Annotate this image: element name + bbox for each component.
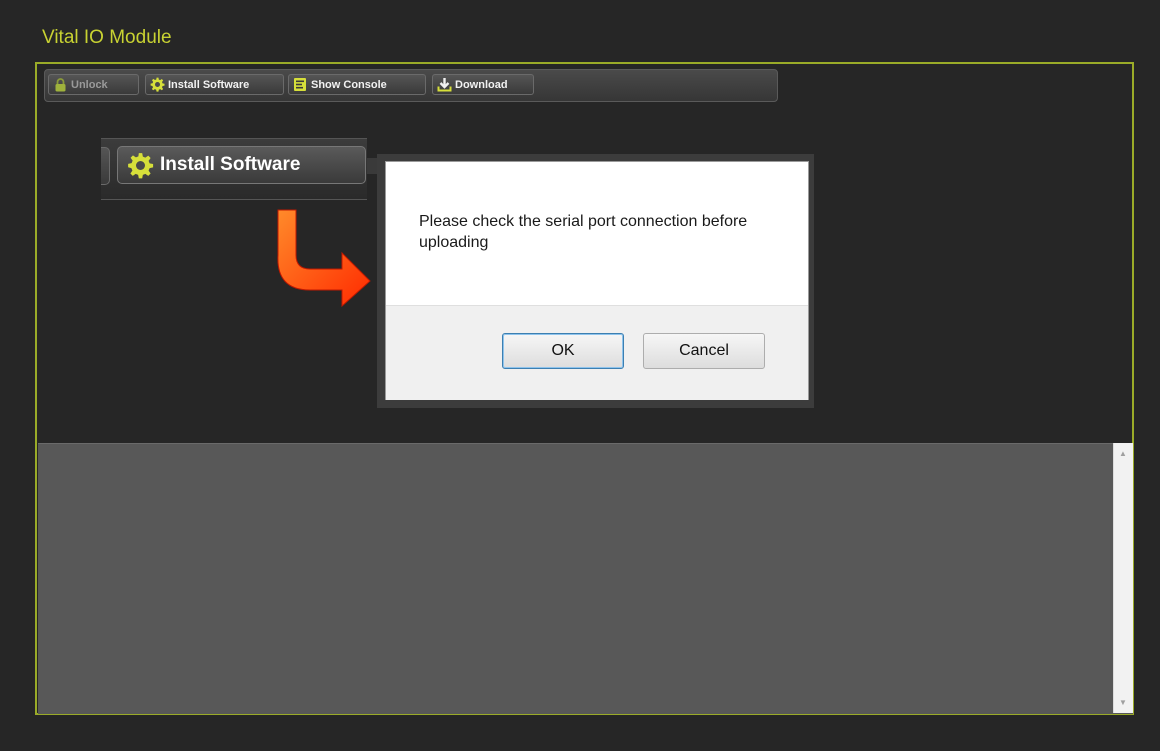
console-scrollbar[interactable]: ▲ ▼ xyxy=(1113,443,1133,713)
toolbar: Unlock Install Software Show Console Dow… xyxy=(44,69,778,102)
dialog-message: Please check the serial port connection … xyxy=(419,213,748,251)
unlock-label: Unlock xyxy=(71,78,108,91)
console-icon xyxy=(292,77,308,93)
callout-neighbor-button-edge xyxy=(101,147,110,185)
unlock-button[interactable]: Unlock xyxy=(48,74,139,95)
console-output[interactable] xyxy=(38,443,1133,714)
install-software-label: Install Software xyxy=(168,78,250,91)
lock-icon xyxy=(52,77,68,93)
download-label: Download xyxy=(455,78,508,91)
download-button[interactable]: Download xyxy=(432,74,534,95)
show-console-button[interactable]: Show Console xyxy=(288,74,426,95)
install-software-button[interactable]: Install Software xyxy=(145,74,284,95)
cancel-button[interactable]: Cancel xyxy=(643,333,765,369)
callout-install-software-button: Install Software xyxy=(117,146,366,184)
gear-icon xyxy=(126,151,154,179)
dialog-footer: OK Cancel xyxy=(386,305,808,400)
curved-arrow-icon xyxy=(277,209,371,308)
app-title: Vital IO Module xyxy=(42,27,172,48)
ok-button[interactable]: OK xyxy=(502,333,624,369)
scroll-up-icon[interactable]: ▲ xyxy=(1119,449,1127,458)
gear-icon xyxy=(149,77,165,93)
callout-label: Install Software xyxy=(160,154,301,175)
show-console-label: Show Console xyxy=(311,78,387,91)
download-icon xyxy=(436,77,452,93)
scroll-down-icon[interactable]: ▼ xyxy=(1119,698,1127,707)
confirm-dialog: Please check the serial port connection … xyxy=(385,161,809,400)
